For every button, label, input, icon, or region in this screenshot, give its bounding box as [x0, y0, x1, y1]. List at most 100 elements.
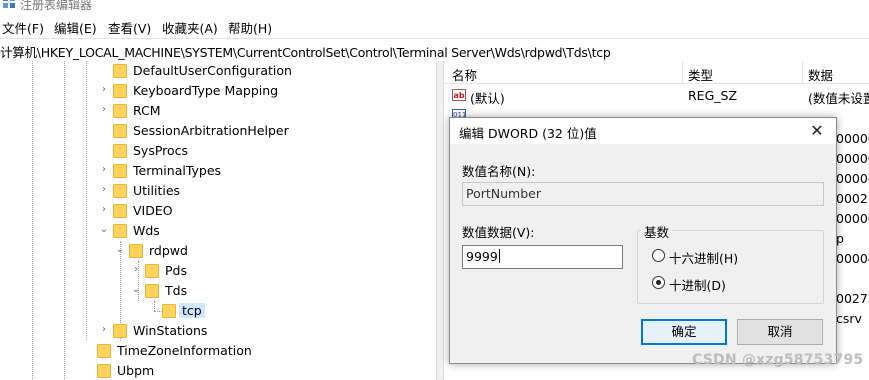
column-divider[interactable]	[682, 61, 683, 83]
tree-node-tcp[interactable]: tcp	[0, 301, 436, 321]
value-type: REG_SZ	[688, 88, 738, 103]
column-divider[interactable]	[802, 61, 803, 83]
tree-node-label: TerminalTypes	[133, 163, 222, 178]
chevron-right-icon[interactable]: ›	[99, 204, 109, 216]
menu-bar: 文件(F) 编辑(E) 查看(V) 收藏夹(A) 帮助(H)	[0, 14, 869, 38]
chevron-right-icon[interactable]: ›	[131, 264, 141, 276]
tree-node-label: Ubpm	[117, 363, 155, 378]
chevron-right-icon[interactable]: ›	[99, 164, 109, 176]
cancel-button[interactable]: 取消	[737, 319, 823, 345]
value-data-fragment: csrv	[836, 311, 862, 326]
folder-icon	[113, 184, 127, 198]
value-data-fragment: 00021	[836, 191, 869, 206]
tree-node-label: Pds	[165, 263, 187, 278]
tree-node-timezoneinformation[interactable]: TimeZoneInformation	[0, 341, 436, 361]
dialog-title: 编辑 DWORD (32 位)值	[459, 126, 597, 141]
folder-icon	[113, 144, 127, 158]
tree-node-label: Utilities	[133, 183, 181, 198]
registry-tree[interactable]: DefaultUserConfiguration › KeyboardType …	[0, 61, 436, 380]
tree-node-defaultuserconfiguration[interactable]: DefaultUserConfiguration	[0, 61, 436, 81]
watermark: CSDN @xzg58753795	[692, 352, 864, 368]
string-value-icon: ab	[452, 89, 466, 101]
menu-help[interactable]: 帮助(H)	[228, 18, 272, 37]
menu-file[interactable]: 文件(F)	[2, 18, 44, 37]
chevron-right-icon[interactable]: ›	[99, 104, 109, 116]
folder-icon	[113, 124, 127, 138]
base-group-label: 基数	[641, 222, 673, 241]
tree-node-sessionarbitrationhelper[interactable]: SessionArbitrationHelper	[0, 121, 436, 141]
ok-button[interactable]: 确定	[641, 319, 727, 345]
tree-node-label: tcp	[179, 303, 205, 318]
tree-node-label: rdpwd	[149, 243, 188, 258]
close-icon[interactable]: ✕	[806, 120, 828, 142]
value-data-fragment: 00272	[836, 291, 869, 306]
registry-editor-icon	[3, 0, 15, 8]
value-data-text: 9999	[466, 249, 498, 264]
folder-icon	[129, 244, 143, 258]
value-name-field[interactable]: PortNumber	[462, 182, 824, 206]
folder-icon	[113, 324, 127, 338]
tree-node-rcm[interactable]: › RCM	[0, 101, 436, 121]
value-name-label: 数值名称(N):	[462, 164, 536, 179]
tree-node-video[interactable]: › VIDEO	[0, 201, 436, 221]
menu-edit[interactable]: 编辑(E)	[54, 18, 97, 37]
tree-node-label: VIDEO	[133, 203, 173, 218]
value-data-fragment: 00000	[836, 151, 869, 166]
tree-node-label: SysProcs	[133, 143, 189, 158]
edit-dword-dialog: 编辑 DWORD (32 位)值 ✕ 数值名称(N): PortNumber 数…	[449, 117, 837, 364]
value-name: (默认)	[470, 91, 505, 106]
chevron-down-icon[interactable]: ⌄	[99, 224, 109, 236]
value-data-fragment: 00004	[836, 251, 869, 266]
folder-icon	[97, 344, 111, 358]
tree-node-label: RCM	[133, 103, 161, 118]
pane-splitter[interactable]	[436, 61, 444, 380]
column-header-data[interactable]: 数据	[808, 65, 833, 84]
tree-node-rdpwd[interactable]: ⌄ rdpwd	[0, 241, 436, 261]
value-data-fragment: p	[836, 231, 844, 246]
menu-favorites[interactable]: 收藏夹(A)	[162, 18, 218, 37]
chevron-right-icon[interactable]: ›	[99, 84, 109, 96]
folder-icon	[113, 84, 127, 98]
radio-hexadecimal[interactable]	[652, 249, 665, 262]
chevron-down-icon[interactable]: ⌄	[131, 284, 141, 296]
tree-node-ubpm[interactable]: Ubpm	[0, 361, 436, 380]
window-titlebar: 注册表编辑器	[0, 0, 869, 14]
list-row[interactable]: ab (默认) REG_SZ (数值未设置	[444, 86, 869, 106]
tree-node-winstations[interactable]: › WinStations	[0, 321, 436, 341]
folder-icon	[113, 64, 127, 78]
folder-icon	[97, 364, 111, 378]
folder-icon	[162, 304, 176, 318]
tree-node-label: Wds	[133, 223, 160, 238]
radio-hexadecimal-label[interactable]: 十六进制(H)	[669, 248, 738, 267]
folder-icon	[113, 224, 127, 238]
base-groupbox	[637, 230, 824, 304]
value-data-input[interactable]: 9999	[462, 245, 623, 269]
tree-node-tds[interactable]: ⌄ Tds	[0, 281, 436, 301]
address-bar[interactable]: 计算机\HKEY_LOCAL_MACHINE\SYSTEM\CurrentCon…	[0, 38, 869, 62]
radio-decimal-label[interactable]: 十进制(D)	[669, 275, 726, 294]
folder-icon	[145, 264, 159, 278]
chevron-right-icon[interactable]: ›	[99, 184, 109, 196]
tree-node-pds[interactable]: › Pds	[0, 261, 436, 281]
tree-node-terminaltypes[interactable]: › TerminalTypes	[0, 161, 436, 181]
folder-icon	[113, 164, 127, 178]
chevron-right-icon[interactable]: ›	[99, 324, 109, 336]
tree-node-label: KeyboardType Mapping	[133, 83, 279, 98]
address-path[interactable]: 计算机\HKEY_LOCAL_MACHINE\SYSTEM\CurrentCon…	[0, 42, 611, 61]
dialog-titlebar[interactable]: 编辑 DWORD (32 位)值 ✕	[450, 118, 836, 144]
chevron-down-icon[interactable]: ⌄	[115, 244, 125, 256]
radio-decimal[interactable]	[652, 276, 665, 289]
menu-view[interactable]: 查看(V)	[108, 18, 151, 37]
text-caret	[498, 249, 500, 263]
tree-node-utilities[interactable]: › Utilities	[0, 181, 436, 201]
column-header-name[interactable]: 名称	[452, 65, 477, 84]
window-title: 注册表编辑器	[20, 0, 93, 12]
folder-icon	[145, 284, 159, 298]
column-header-type[interactable]: 类型	[688, 65, 713, 84]
tree-node-wds[interactable]: ⌄ Wds	[0, 221, 436, 241]
tree-node-label: Tds	[165, 283, 188, 298]
tree-node-keyboardtype-mapping[interactable]: › KeyboardType Mapping	[0, 81, 436, 101]
tree-node-sysprocs[interactable]: SysProcs	[0, 141, 436, 161]
value-data-label: 数值数据(V):	[462, 225, 535, 240]
tree-node-label: TimeZoneInformation	[117, 343, 252, 358]
